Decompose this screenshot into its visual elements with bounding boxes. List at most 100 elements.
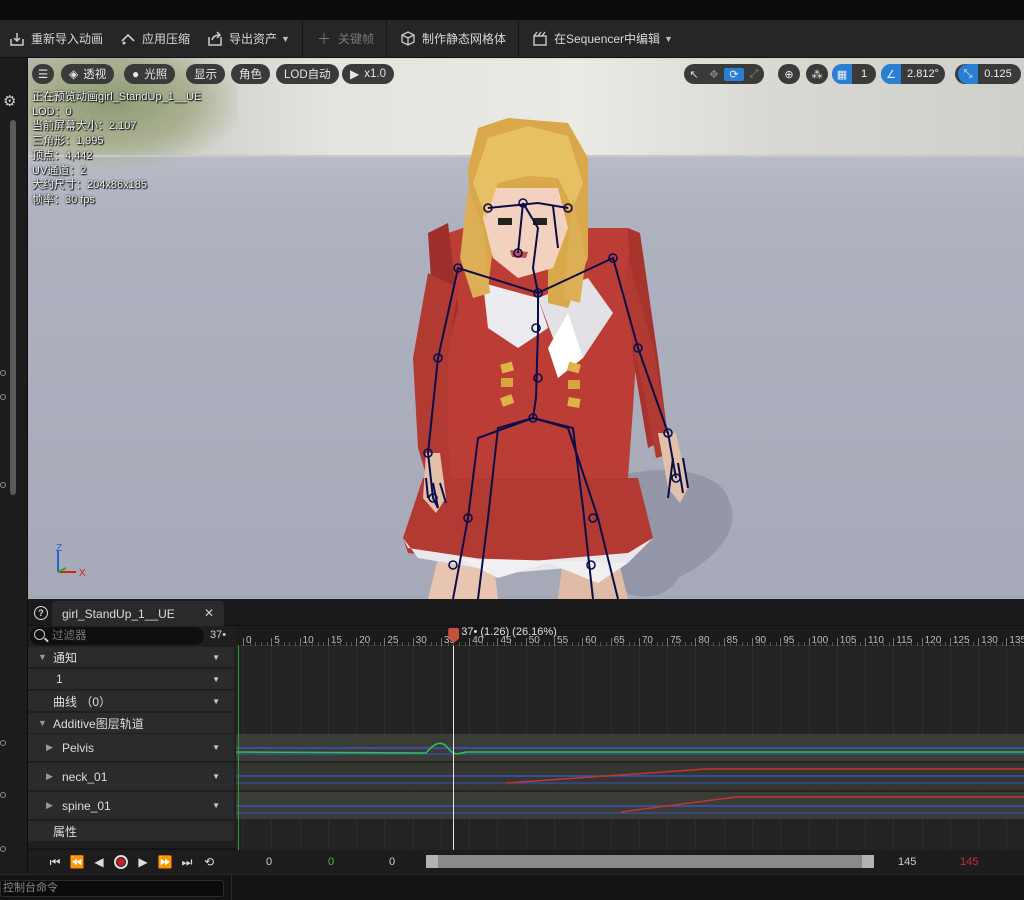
range-bar: 0 0 0 145 145	[236, 850, 1024, 874]
view-start[interactable]: 0	[328, 856, 334, 868]
surface-snap-icon[interactable]: ⁂	[806, 64, 828, 84]
rotate-icon[interactable]: ⟳	[724, 67, 744, 81]
chevron-down-icon[interactable]: ▼	[212, 772, 220, 781]
skip-to-end-icon[interactable]: ⏭	[178, 853, 197, 871]
make-static-mesh-button[interactable]: 制作静态网格体	[391, 20, 514, 58]
angle-icon: ∠	[881, 64, 901, 84]
scale-icon[interactable]: ⤢	[744, 68, 764, 81]
step-back-icon[interactable]: ⏪	[68, 853, 87, 871]
expand-icon[interactable]: ▶	[46, 800, 53, 811]
chevron-down-icon: ▼	[664, 33, 673, 44]
static-mesh-icon	[399, 30, 417, 47]
show-button[interactable]: 显示	[186, 64, 225, 84]
start-marker	[238, 646, 239, 850]
collapse-icon[interactable]: ▼	[38, 652, 47, 662]
view-end[interactable]: 145	[898, 856, 916, 868]
toolbar-divider	[518, 19, 519, 58]
help-icon[interactable]: ?	[34, 606, 48, 620]
expand-icon[interactable]: ▶	[46, 742, 53, 753]
lod-button[interactable]: LOD自动	[276, 64, 339, 84]
track-notify-1[interactable]: 1 ▼	[28, 669, 234, 689]
search-icon	[34, 629, 45, 640]
scrollbar-left-handle[interactable]	[426, 855, 438, 868]
dot-icon	[0, 394, 6, 400]
chevron-down-icon[interactable]: ▼	[212, 801, 220, 810]
scale-snap-toggle[interactable]: ⤡ 0.125	[955, 64, 1021, 84]
track-attributes[interactable]: 属性	[28, 821, 234, 841]
chevron-down-icon[interactable]: ▼	[212, 697, 220, 706]
track-additive[interactable]: ▼ Additive图层轨道	[28, 713, 234, 733]
loop-icon[interactable]: ⟲	[200, 853, 219, 871]
anim-tab[interactable]: girl_StandUp_1__UE ✕	[52, 601, 224, 626]
chevron-down-icon: ▼	[281, 33, 290, 44]
play-speed-button[interactable]: ▶ x1.0	[342, 64, 394, 84]
skip-to-start-icon[interactable]: ⏮	[46, 853, 65, 871]
left-scrollbar[interactable]	[10, 120, 16, 495]
scale-snap-icon: ⤡	[958, 64, 978, 84]
close-icon[interactable]: ✕	[204, 606, 214, 620]
chevron-down-icon[interactable]: ▼	[212, 675, 220, 684]
track-pelvis[interactable]: ▶ Pelvis ▼	[28, 734, 234, 761]
play-reverse-icon[interactable]: ◀	[90, 853, 109, 871]
range-end[interactable]: 145	[960, 856, 978, 868]
dot-icon	[0, 740, 6, 746]
lighting-button[interactable]: ● 光照	[124, 64, 176, 84]
grid-snap-toggle[interactable]: ▦ 1	[832, 64, 876, 84]
sphere-icon: ●	[132, 67, 140, 81]
character-button[interactable]: 角色	[231, 64, 270, 84]
collapse-icon[interactable]: ▼	[38, 718, 47, 728]
stat-line: 顶点：4,442	[32, 149, 93, 162]
compression-icon	[119, 31, 137, 47]
stat-line: UV通道：2	[32, 164, 87, 177]
toolbar-divider	[385, 19, 387, 58]
console-input[interactable]: 控制台命令	[0, 880, 224, 897]
axis-x-label: X	[79, 568, 86, 579]
viewport-menu-button[interactable]: ☰	[32, 64, 54, 84]
range-start[interactable]: 0	[266, 856, 272, 868]
expand-icon[interactable]: ▶	[46, 771, 53, 782]
dot-icon	[0, 482, 6, 488]
play-icon: ▶	[350, 67, 360, 81]
axis-z-label: Z	[56, 543, 62, 554]
play-icon[interactable]: ▶	[134, 853, 153, 871]
apply-compression-button[interactable]: 应用压缩	[111, 20, 198, 58]
world-local-icon[interactable]: ⊕	[778, 64, 800, 84]
track-neck[interactable]: ▶ neck_01 ▼	[28, 763, 234, 790]
track-spine[interactable]: ▶ spine_01 ▼	[28, 792, 234, 819]
edit-in-sequencer-button[interactable]: 在Sequencer中编辑 ▼	[523, 20, 681, 58]
reimport-animation-button[interactable]: 重新导入动画	[0, 20, 111, 58]
record-icon[interactable]	[112, 853, 131, 871]
view-start-2[interactable]: 0	[389, 856, 395, 868]
timeline-panel[interactable]: 0 5 10 15 20 25 30 35 40 45 50 55 60 65 70 75 80 85 90 95 10…	[236, 626, 1024, 850]
reimport-icon	[8, 31, 26, 47]
console-divider	[231, 875, 232, 900]
rotation-snap-toggle[interactable]: ∠ 2.812°	[881, 64, 945, 84]
move-icon[interactable]: ✥	[704, 68, 724, 81]
dot-icon	[0, 792, 6, 798]
gear-icon[interactable]: ⚙	[3, 92, 19, 110]
keyframe-button[interactable]: ＋ 关键帧	[307, 20, 382, 58]
hamburger-icon: ☰	[37, 69, 49, 81]
scrollbar-right-handle[interactable]	[862, 855, 874, 868]
track-curves[interactable]: 曲线 （0） ▼	[28, 691, 234, 711]
chevron-down-icon[interactable]: ▼	[212, 743, 220, 752]
preview-viewport[interactable]: ☰ ◈ 透视 ● 光照 显示 角色 LOD自动 ▶ x1.0 ↖ ✥ ⟳ ⤢ ⊕…	[28, 58, 1024, 599]
track-notifies[interactable]: ▼ 通知 ▼	[28, 647, 234, 667]
select-icon[interactable]: ↖	[684, 68, 704, 81]
playhead-label: 37• (1.26) (26.16%)	[461, 626, 557, 638]
timeline-scrollbar[interactable]	[426, 855, 874, 868]
curve-overlay	[236, 742, 1024, 814]
left-panel-strip: ⚙	[0, 58, 28, 874]
chevron-down-icon[interactable]: ▼	[212, 653, 220, 662]
export-icon	[206, 30, 224, 47]
console-bar: 控制台命令	[0, 874, 1024, 900]
plus-icon: ＋	[316, 30, 331, 47]
step-forward-icon[interactable]: ⏩	[156, 853, 175, 871]
cube-icon: ◈	[69, 67, 79, 81]
stat-line: LOD：0	[32, 105, 72, 118]
dot-icon	[0, 370, 6, 376]
playhead-line[interactable]	[453, 646, 455, 850]
view-mode-button[interactable]: ◈ 透视	[61, 64, 115, 84]
export-asset-button[interactable]: 导出资产 ▼	[198, 20, 298, 58]
filter-input[interactable]: 过滤器	[30, 627, 204, 645]
